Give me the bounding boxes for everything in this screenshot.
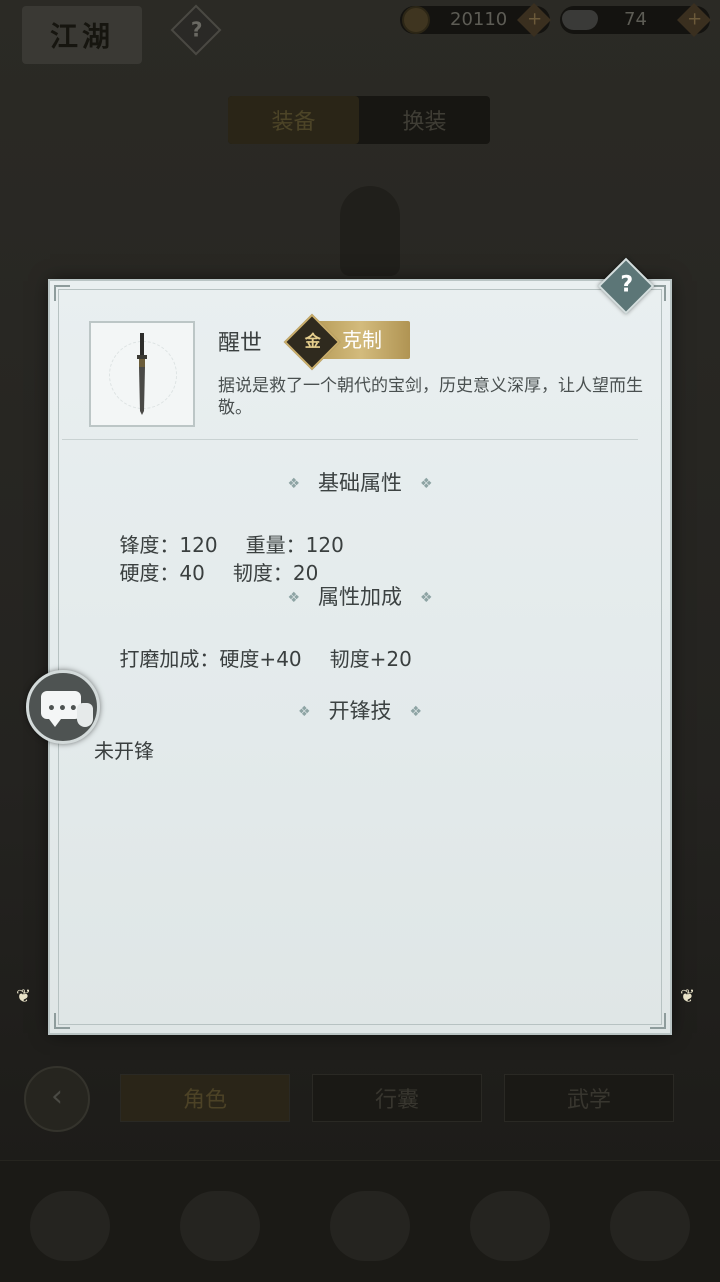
bottom-nav-icon[interactable] [610,1191,690,1261]
butterfly-icon: ❦ [680,986,696,1007]
item-name: 醒世 [218,331,263,356]
section-title-text: 基础属性 [318,471,402,495]
ornament-icon: ❖ [287,590,300,606]
coin-icon [402,6,430,34]
frame-corner [650,1013,666,1029]
bonus-toughness: 韧度+20 [329,647,412,671]
question-icon: ? [620,272,634,298]
item-description: 据说是救了一个朝代的宝剑，历史意义深厚，让人望而生敬。 [218,376,643,418]
section-title-base-attributes: ❖ 基础属性 ❖ [50,467,670,497]
section-title-edge-skill: ❖ 开锋技 ❖ [50,695,670,725]
ornament-icon: ❖ [297,704,311,720]
section-title-text: 属性加成 [318,585,402,609]
section-title-text: 开锋技 [328,699,392,723]
item-detail-popup: 醒世 克制 金 据说是救了一个朝代的宝剑，历史意义深厚，让人望而生敬。 ❖ 基础属… [50,281,670,1033]
divider [62,439,638,440]
chat-button[interactable]: ••• [26,670,100,744]
bottom-nav [0,1160,720,1282]
counter-badge: 克制 金 [283,313,414,371]
item-icon-slot [89,321,195,427]
add-coin-button[interactable]: + [517,3,551,37]
silver-currency: 74 + [560,3,711,37]
bottom-nav-icon[interactable] [330,1191,410,1261]
page-title: 江湖 [22,6,142,64]
coin-value: 20110 [450,9,508,30]
tab-martial-arts[interactable]: 武学 [504,1074,674,1122]
plus-icon: + [687,8,703,30]
tab-equipment[interactable]: 装备 [228,96,359,144]
ornament-icon: ❖ [409,704,423,720]
ornament-icon: ❖ [287,476,300,492]
ornament-icon: ❖ [420,476,433,492]
section-title-attribute-bonus: ❖ 属性加成 ❖ [50,581,670,611]
edge-skill-value: 未开锋 [94,739,154,763]
ornament-icon: ❖ [420,590,433,606]
bottom-tabs: 角色 行囊 武学 [120,1074,680,1122]
coin-currency: 20110 + [400,3,551,37]
bottom-nav-icon[interactable] [30,1191,110,1261]
bottom-nav-icon[interactable] [470,1191,550,1261]
equipment-tabs: 装备 换装 [228,96,490,144]
gold-element-glyph: 金 [304,331,321,351]
background-help-button[interactable]: ? [170,4,222,56]
butterfly-icon: ❦ [16,986,32,1007]
add-silver-button[interactable]: + [677,3,711,37]
gourd-icon [77,703,93,727]
back-arrow-icon: ‹ [51,1079,63,1114]
bonus-hardness: 打磨加成：硬度+40 [119,647,302,671]
tab-character[interactable]: 角色 [120,1074,290,1122]
bottom-nav-icon[interactable] [180,1191,260,1261]
top-bar: 江湖 ? 20110 + 74 + [0,0,720,64]
back-button[interactable]: ‹ [24,1066,90,1132]
plus-icon: + [527,8,543,30]
sword-icon [137,333,147,415]
frame-corner [54,1013,70,1029]
frame-corner [54,285,70,301]
ellipsis-icon: ••• [47,701,80,717]
character-portrait [340,186,400,276]
silver-value: 74 [624,9,647,30]
tab-outfit[interactable]: 换装 [359,96,490,144]
stat-line: 打磨加成：硬度+40 韧度+20 [94,619,440,696]
tab-bag[interactable]: 行囊 [312,1074,482,1122]
silver-ingot-icon [562,10,598,30]
question-icon: ? [190,17,203,42]
